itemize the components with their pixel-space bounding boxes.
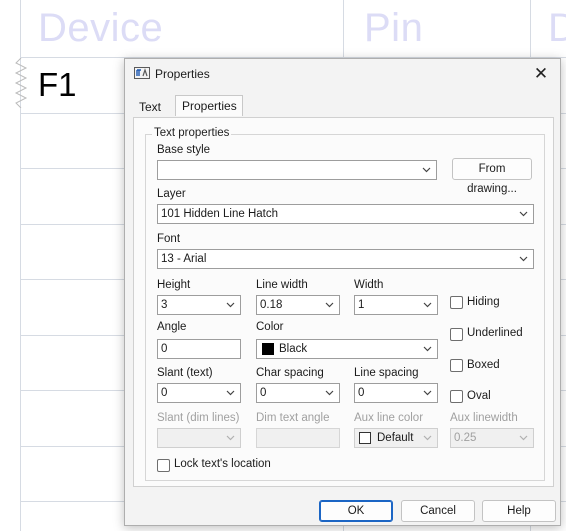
tab-properties[interactable]: Properties bbox=[175, 95, 243, 116]
dim-text-angle-input bbox=[256, 428, 340, 448]
chevron-down-icon bbox=[423, 435, 432, 441]
boxed-checkbox[interactable] bbox=[450, 359, 463, 372]
chevron-down-icon bbox=[423, 302, 432, 308]
dim-text-angle-label: Dim text angle bbox=[256, 412, 330, 424]
width-value: 1 bbox=[358, 299, 365, 311]
header-pin: Pin bbox=[364, 6, 424, 50]
chevron-down-icon bbox=[325, 390, 334, 396]
font-combo[interactable]: 13 - Arial bbox=[157, 249, 534, 269]
height-value: 3 bbox=[161, 299, 168, 311]
cancel-button[interactable]: Cancel bbox=[401, 500, 475, 522]
aux-line-color-value: Default bbox=[377, 432, 414, 444]
angle-input[interactable]: 0 bbox=[157, 339, 241, 359]
base-style-label: Base style bbox=[157, 144, 211, 156]
line-spacing-label: Line spacing bbox=[354, 367, 419, 379]
slant-text-label: Slant (text) bbox=[157, 367, 213, 379]
base-style-combo[interactable] bbox=[157, 160, 437, 180]
boxed-label: Boxed bbox=[467, 359, 500, 371]
slant-text-combo[interactable]: 0 bbox=[157, 383, 241, 403]
height-label: Height bbox=[157, 279, 191, 291]
ok-button[interactable]: OK bbox=[319, 500, 393, 522]
header-device: Device bbox=[38, 6, 164, 50]
chevron-down-icon bbox=[519, 256, 528, 262]
zigzag-break-icon bbox=[14, 58, 28, 108]
color-swatch bbox=[262, 343, 274, 355]
text-properties-icon bbox=[134, 67, 150, 79]
lock-location-label: Lock text's location bbox=[174, 458, 271, 470]
slant-dim-label: Slant (dim lines) bbox=[157, 412, 240, 424]
layer-label: Layer bbox=[157, 188, 186, 200]
char-spacing-combo[interactable]: 0 bbox=[256, 383, 340, 403]
hiding-label: Hiding bbox=[467, 296, 500, 308]
angle-label: Angle bbox=[157, 321, 187, 333]
underlined-checkbox[interactable] bbox=[450, 328, 463, 341]
font-value: 13 - Arial bbox=[161, 253, 207, 265]
chevron-down-icon bbox=[226, 435, 235, 441]
line-width-label: Line width bbox=[256, 279, 308, 291]
help-button[interactable]: Help bbox=[482, 500, 556, 522]
width-label: Width bbox=[354, 279, 384, 291]
close-icon: ✕ bbox=[533, 64, 549, 83]
color-label: Color bbox=[256, 321, 284, 333]
underlined-label: Underlined bbox=[467, 327, 523, 339]
width-combo[interactable]: 1 bbox=[354, 295, 438, 315]
chevron-down-icon bbox=[325, 302, 334, 308]
layer-combo[interactable]: 101 Hidden Line Hatch bbox=[157, 204, 534, 224]
cell-f1[interactable]: F1 bbox=[38, 66, 77, 104]
chevron-down-icon bbox=[423, 346, 432, 352]
hiding-checkbox[interactable] bbox=[450, 296, 463, 309]
aux-color-swatch bbox=[359, 432, 371, 444]
properties-page: Text properties Base style From drawing.… bbox=[133, 117, 554, 487]
title-bar[interactable]: Properties ✕ bbox=[125, 59, 560, 89]
close-button[interactable]: ✕ bbox=[530, 64, 552, 84]
from-drawing-button[interactable]: From drawing... bbox=[452, 158, 532, 195]
chevron-down-icon bbox=[422, 167, 431, 173]
chevron-down-icon bbox=[226, 302, 235, 308]
color-combo[interactable]: Black bbox=[256, 339, 438, 359]
chevron-down-icon bbox=[519, 211, 528, 217]
oval-checkbox[interactable] bbox=[450, 390, 463, 403]
char-spacing-label: Char spacing bbox=[256, 367, 324, 379]
char-spacing-value: 0 bbox=[260, 387, 267, 399]
line-spacing-combo[interactable]: 0 bbox=[354, 383, 438, 403]
aux-line-color-combo: Default bbox=[354, 428, 438, 448]
color-value: Black bbox=[279, 343, 308, 355]
group-title: Text properties bbox=[152, 127, 232, 139]
line-width-value: 0.18 bbox=[260, 299, 283, 311]
tab-text[interactable]: Text bbox=[133, 98, 167, 116]
angle-value: 0 bbox=[161, 343, 168, 355]
properties-dialog: Properties ✕ Text Properties Text proper… bbox=[124, 58, 561, 526]
line-width-combo[interactable]: 0.18 bbox=[256, 295, 340, 315]
font-label: Font bbox=[157, 233, 181, 245]
slant-text-value: 0 bbox=[161, 387, 168, 399]
chevron-down-icon bbox=[423, 390, 432, 396]
chevron-down-icon bbox=[226, 390, 235, 396]
oval-label: Oval bbox=[467, 390, 491, 402]
line-spacing-value: 0 bbox=[358, 387, 365, 399]
aux-linewidth-value: 0.25 bbox=[454, 432, 477, 444]
header-third: D bbox=[548, 6, 566, 50]
aux-linewidth-combo: 0.25 bbox=[450, 428, 534, 448]
aux-linewidth-label: Aux linewidth bbox=[450, 412, 518, 424]
slant-dim-combo bbox=[157, 428, 241, 448]
aux-line-color-label: Aux line color bbox=[354, 412, 424, 424]
layer-value: 101 Hidden Line Hatch bbox=[161, 208, 278, 220]
dialog-title: Properties bbox=[155, 67, 210, 81]
chevron-down-icon bbox=[519, 435, 528, 441]
height-combo[interactable]: 3 bbox=[157, 295, 241, 315]
lock-location-checkbox[interactable] bbox=[157, 459, 170, 472]
